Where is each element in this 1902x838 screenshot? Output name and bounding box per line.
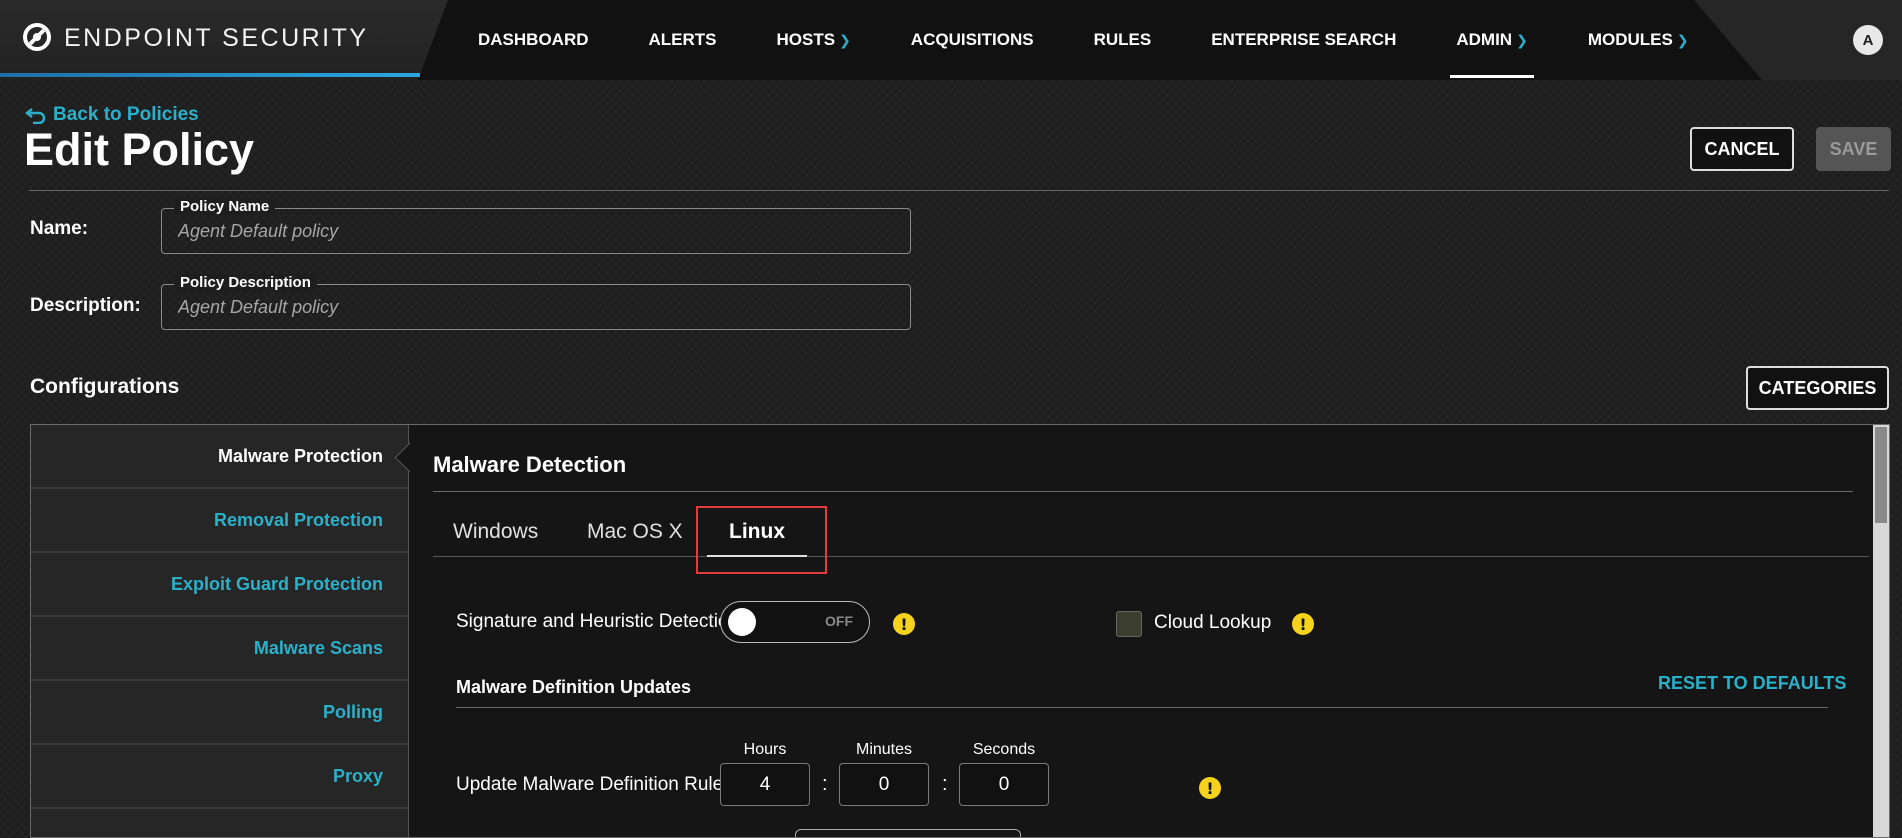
category-polling[interactable]: Polling [31,681,408,745]
nav-admin-label: ADMIN [1456,30,1513,49]
chevron-down-icon: ❯ [1516,31,1528,48]
configuration-panel: Malware Protection Removal Protection Ex… [30,424,1890,838]
definition-updates-title: Malware Definition Updates [456,677,692,697]
reset-to-defaults-link[interactable]: RESET TO DEFAULTS [1658,673,1846,694]
toggle-knob [728,608,756,636]
tab-windows[interactable]: Windows [453,507,538,557]
category-malware-scans[interactable]: Malware Scans [31,617,408,681]
top-navigation-bar: ENDPOINT SECURITY DASHBOARD ALERTS HOSTS… [0,0,1902,80]
partial-control[interactable] [795,829,1021,837]
category-proxy[interactable]: Proxy [31,745,408,809]
hours-label: Hours [743,741,787,758]
policy-description-input[interactable] [178,297,878,318]
seconds-input[interactable] [959,763,1049,806]
hours-input[interactable] [720,763,810,806]
cloud-lookup-label: Cloud Lookup [1154,612,1272,633]
nav-hosts[interactable]: HOSTS ❯ [747,0,881,80]
policy-name-field[interactable]: Policy Name [161,198,911,254]
os-tabs: Windows Mac OS X Linux [433,507,1869,557]
cloud-lookup-checkbox[interactable] [1116,611,1142,637]
user-avatar[interactable]: A [1853,25,1883,55]
category-removal-protection[interactable]: Removal Protection [31,489,408,553]
signature-detection-toggle[interactable]: OFF [720,601,870,643]
policy-name-legend: Policy Name [174,198,276,215]
description-label: Description: [30,295,141,316]
nav-rules[interactable]: RULES [1064,0,1182,80]
nav-acquisitions-label: ACQUISITIONS [910,30,1034,49]
minutes-label: Minutes [855,741,913,758]
tab-mac-os-x[interactable]: Mac OS X [587,507,683,557]
nav-alerts-label: ALERTS [648,30,717,49]
nav-rules-label: RULES [1093,30,1152,49]
tab-linux[interactable]: Linux [707,507,807,557]
header-divider [29,190,1889,191]
scrollbar[interactable] [1873,425,1889,837]
cancel-button[interactable]: CANCEL [1690,127,1794,171]
chevron-down-icon: ❯ [839,31,851,48]
save-button[interactable]: SAVE [1816,127,1891,171]
warning-icon[interactable]: ! [893,613,915,635]
toggle-state-label: OFF [825,613,853,629]
categories-button[interactable]: CATEGORIES [1746,366,1889,410]
brand-underline [0,73,420,77]
nav-enterprise-search-label: ENTERPRISE SEARCH [1211,30,1397,49]
detail-pane: Malware Detection Windows Mac OS X Linux… [409,425,1889,837]
configurations-title: Configurations [30,375,180,398]
section-divider [433,491,1853,492]
page-title: Edit Policy [24,124,255,175]
scrollbar-thumb[interactable] [1875,427,1887,523]
brand-logo-icon [23,23,51,51]
nav-hosts-label: HOSTS [776,30,836,49]
main-nav: DASHBOARD ALERTS HOSTS ❯ ACQUISITIONS RUL… [448,0,1719,80]
time-separator: : [822,773,828,795]
nav-dashboard-label: DASHBOARD [478,30,589,49]
nav-acquisitions[interactable]: ACQUISITIONS [881,0,1064,80]
time-separator: : [942,773,948,795]
nav-alerts[interactable]: ALERTS [619,0,747,80]
nav-enterprise-search[interactable]: ENTERPRISE SEARCH [1181,0,1426,80]
name-label: Name: [30,218,89,239]
policy-name-input[interactable] [178,221,878,242]
updates-divider [456,707,1828,708]
nav-modules[interactable]: MODULES ❯ [1558,0,1719,80]
category-malware-protection[interactable]: Malware Protection [31,425,408,489]
seconds-label: Seconds [972,741,1036,758]
update-rules-label: Update Malware Definition Rules: [456,774,738,795]
nav-dashboard[interactable]: DASHBOARD [448,0,619,80]
signature-detection-label: Signature and Heuristic Detection [456,611,740,632]
policy-description-legend: Policy Description [174,274,317,291]
category-list: Malware Protection Removal Protection Ex… [31,425,409,837]
section-title: Malware Detection [433,452,627,477]
back-arrow-icon [25,108,46,124]
nav-modules-label: MODULES [1587,30,1673,49]
brand-name: ENDPOINT SECURITY [64,24,369,52]
warning-icon[interactable]: ! [1199,777,1221,799]
category-exploit-guard-protection[interactable]: Exploit Guard Protection [31,553,408,617]
chevron-down-icon: ❯ [1676,31,1689,48]
warning-icon[interactable]: ! [1292,613,1314,635]
back-to-policies-label: Back to Policies [53,104,199,125]
back-to-policies-link[interactable]: Back to Policies [25,104,199,126]
minutes-input[interactable] [839,763,929,806]
nav-admin[interactable]: ADMIN ❯ [1426,0,1557,80]
policy-description-field[interactable]: Policy Description [161,274,911,330]
